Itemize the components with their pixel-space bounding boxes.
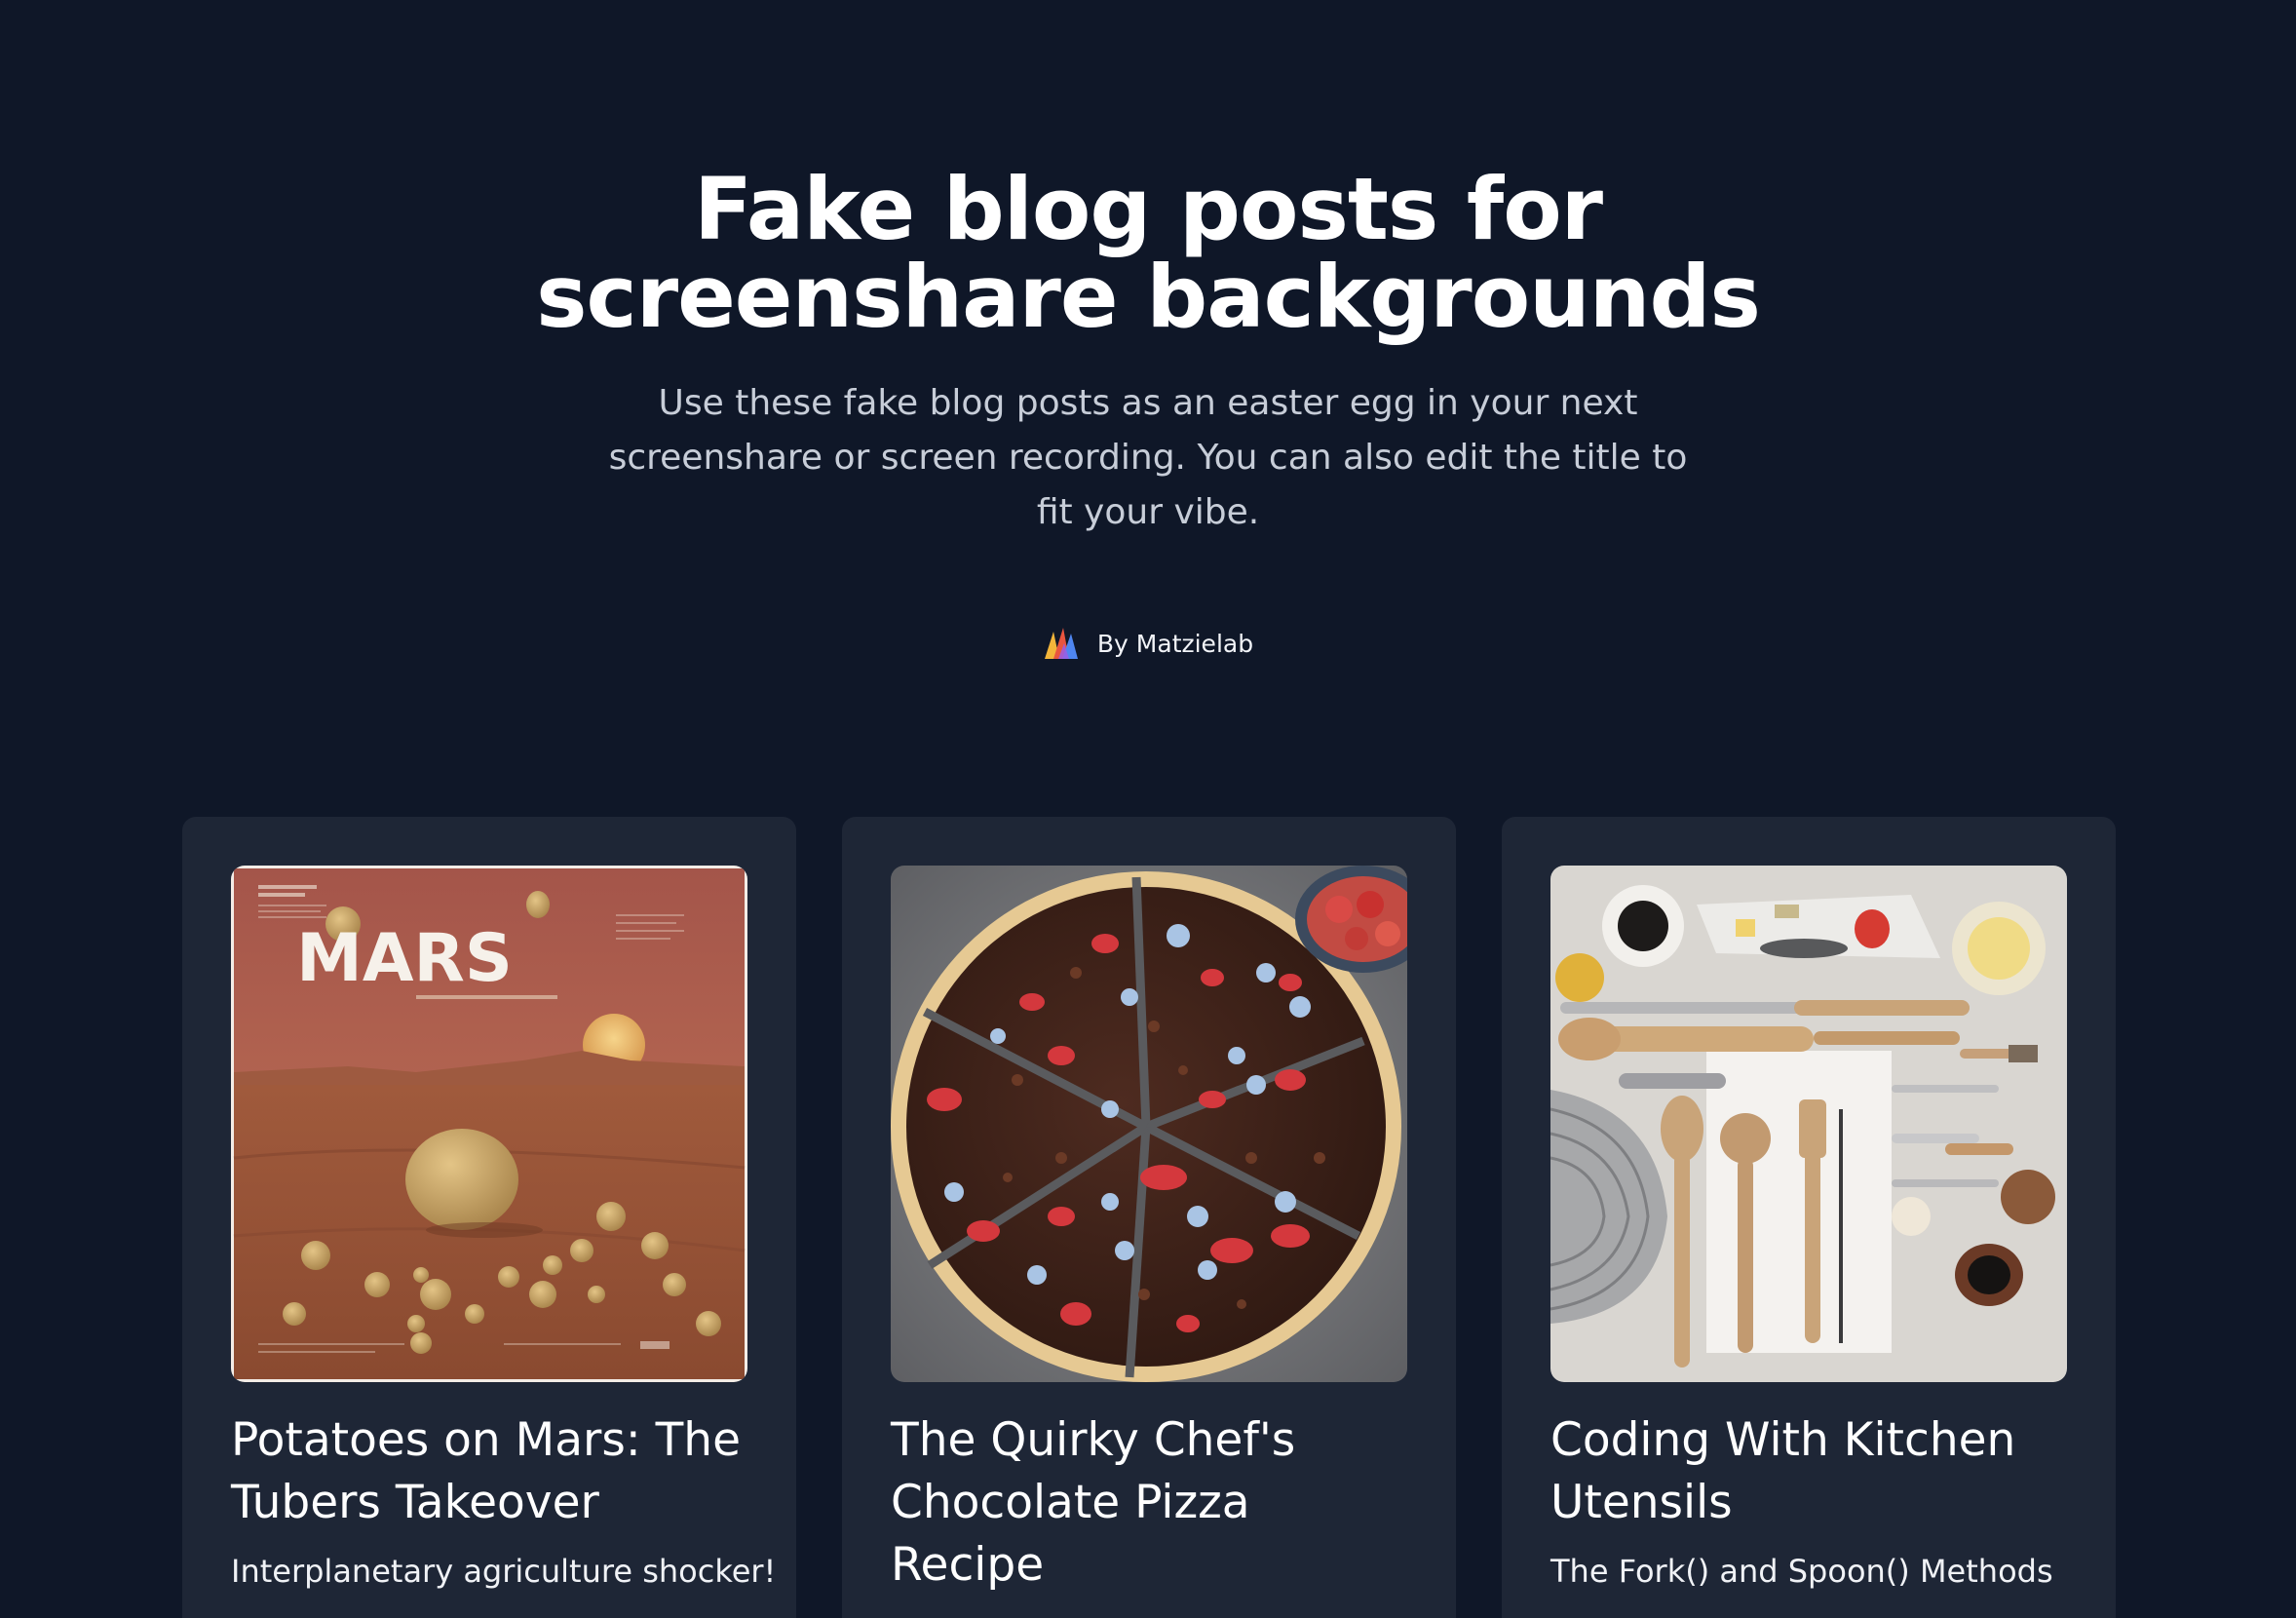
- hero-section: Fake blog posts for screenshare backgrou…: [0, 166, 2296, 540]
- kitchen-utensils-image: [1550, 866, 2067, 1382]
- page: Fake blog posts for screenshare backgrou…: [0, 0, 2296, 1618]
- blog-post-grid: MARS Potatoes on Mars: The Tubers Takeov…: [182, 817, 2116, 1618]
- post-title[interactable]: Potatoes on Mars: The Tubers Takeover: [231, 1409, 757, 1534]
- blog-post-card[interactable]: The Quirky Chef's Chocolate Pizza Recipe: [842, 817, 1456, 1618]
- mars-poster-text: MARS: [296, 920, 513, 997]
- post-title[interactable]: The Quirky Chef's Chocolate Pizza Recipe: [891, 1409, 1417, 1597]
- page-description: Use these fake blog posts as an easter e…: [608, 383, 1688, 532]
- blog-post-card[interactable]: Coding With Kitchen Utensils The Fork() …: [1502, 817, 2116, 1618]
- post-subtitle: The Fork() and Spoon() Methods: [1550, 1553, 2053, 1590]
- author-byline[interactable]: By Matzielab: [0, 626, 2296, 661]
- mars-poster-image: MARS: [231, 866, 747, 1382]
- post-subtitle: Interplanetary agriculture shocker!: [231, 1553, 777, 1590]
- byline-text: By Matzielab: [1096, 629, 1254, 658]
- page-title: Fake blog posts for screenshare backgrou…: [536, 159, 1761, 347]
- matzielab-logo-icon: [1044, 628, 1078, 659]
- post-title[interactable]: Coding With Kitchen Utensils: [1550, 1409, 2077, 1534]
- post-thumbnail[interactable]: [891, 866, 1407, 1382]
- chocolate-pizza-image: [891, 866, 1407, 1382]
- post-thumbnail[interactable]: MARS: [231, 866, 747, 1382]
- blog-post-card[interactable]: MARS Potatoes on Mars: The Tubers Takeov…: [182, 817, 796, 1618]
- post-thumbnail[interactable]: [1550, 866, 2067, 1382]
